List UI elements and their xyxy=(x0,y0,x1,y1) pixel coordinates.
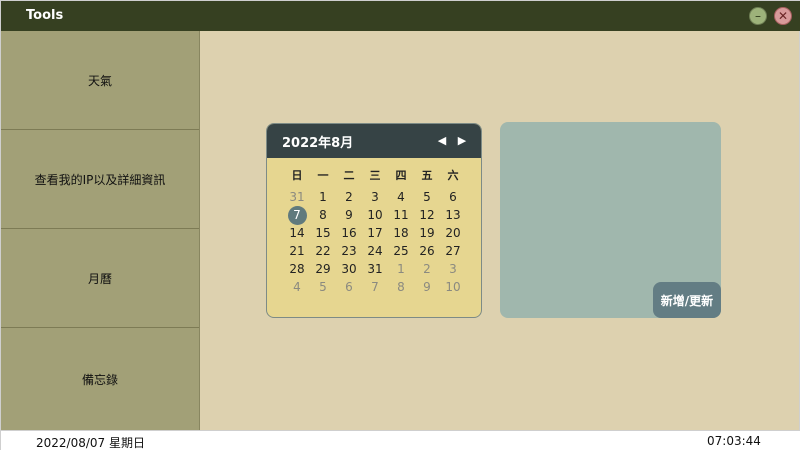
today-highlight: 7 xyxy=(287,205,307,225)
status-time: 07:03:44 xyxy=(707,434,761,448)
calendar-day[interactable]: 24 xyxy=(362,242,388,260)
calendar-day[interactable]: 6 xyxy=(440,188,466,206)
weekday-label: 五 xyxy=(421,169,433,182)
calendar-day[interactable]: 17 xyxy=(362,224,388,242)
calendar-day[interactable]: 10 xyxy=(440,278,466,296)
sidebar-item-label: 查看我的IP以及詳細資訊 xyxy=(34,172,166,187)
window-title: Tools xyxy=(26,8,64,23)
calendar-day[interactable]: 3 xyxy=(440,260,466,278)
weekday-label: 三 xyxy=(369,169,381,182)
sidebar-item-label: 備忘錄 xyxy=(81,372,118,387)
app-window: Tools – ✕ 天氣 查看我的IP以及詳細資訊 月曆 備忘錄 2022年8月… xyxy=(0,0,800,450)
calendar-day[interactable]: 8 xyxy=(310,206,336,224)
sidebar-item-memo[interactable]: 備忘錄 xyxy=(1,328,199,430)
calendar-day[interactable]: 29 xyxy=(310,260,336,278)
calendar-day[interactable]: 31 xyxy=(362,260,388,278)
calendar-day[interactable]: 30 xyxy=(336,260,362,278)
minimize-button[interactable]: – xyxy=(749,7,767,25)
calendar-day[interactable]: 11 xyxy=(388,206,414,224)
calendar-day[interactable]: 2 xyxy=(336,188,362,206)
calendar-grid: 日一二三四五六 31 1 2 3 4 5 6 7 8 9 10 11 12 13 14 15 16 17 18 19 20… xyxy=(284,166,466,296)
calendar-day[interactable]: 3 xyxy=(362,188,388,206)
calendar-day[interactable]: 20 xyxy=(440,224,466,242)
calendar-day[interactable]: 13 xyxy=(440,206,466,224)
calendar-day[interactable]: 15 xyxy=(310,224,336,242)
weekday-label: 日 xyxy=(291,169,303,182)
previous-month-icon[interactable]: ◀ xyxy=(435,133,449,147)
minimize-icon: – xyxy=(755,9,761,23)
calendar-day-today[interactable]: 7 xyxy=(284,205,310,225)
calendar-day[interactable]: 16 xyxy=(336,224,362,242)
weekday-label: 六 xyxy=(447,169,459,182)
calendar-day[interactable]: 7 xyxy=(362,278,388,296)
calendar-day[interactable]: 19 xyxy=(414,224,440,242)
add-update-button[interactable]: 新增/更新 xyxy=(653,282,721,318)
calendar-day[interactable]: 4 xyxy=(388,188,414,206)
next-month-icon[interactable]: ▶ xyxy=(455,133,469,147)
calendar-day[interactable]: 5 xyxy=(310,278,336,296)
calendar-day[interactable]: 22 xyxy=(310,242,336,260)
calendar-day[interactable]: 18 xyxy=(388,224,414,242)
calendar-day[interactable]: 21 xyxy=(284,242,310,260)
calendar-day[interactable]: 9 xyxy=(414,278,440,296)
calendar-month-label: 2022年8月 xyxy=(282,136,354,151)
calendar-week-row: 28 29 30 31 1 2 3 xyxy=(284,260,466,278)
status-date: 2022/08/07 星期日 xyxy=(36,436,145,450)
sidebar-item-label: 天氣 xyxy=(87,73,112,88)
weekday-header-row: 日一二三四五六 xyxy=(284,166,466,186)
calendar-widget: 2022年8月 ◀ ▶ 日一二三四五六 31 1 2 3 4 5 6 7 8 9 10 11 12 13 14… xyxy=(266,123,482,318)
calendar-day[interactable]: 4 xyxy=(284,278,310,296)
calendar-header: 2022年8月 ◀ ▶ xyxy=(267,124,481,158)
weekday-label: 一 xyxy=(317,169,329,182)
sidebar-item-label: 月曆 xyxy=(87,271,112,286)
close-button[interactable]: ✕ xyxy=(774,7,792,25)
memo-panel[interactable]: 新增/更新 xyxy=(500,122,721,318)
calendar-week-row: 14 15 16 17 18 19 20 xyxy=(284,224,466,242)
calendar-week-row: 4 5 6 7 8 9 10 xyxy=(284,278,466,296)
calendar-day[interactable]: 1 xyxy=(388,260,414,278)
calendar-day[interactable]: 31 xyxy=(284,188,310,206)
calendar-day[interactable]: 25 xyxy=(388,242,414,260)
status-bar: 2022/08/07 星期日 07:03:44 xyxy=(1,430,800,450)
calendar-day[interactable]: 26 xyxy=(414,242,440,260)
title-bar: Tools – ✕ xyxy=(1,1,800,31)
calendar-day[interactable]: 2 xyxy=(414,260,440,278)
calendar-day[interactable]: 28 xyxy=(284,260,310,278)
calendar-day[interactable]: 1 xyxy=(310,188,336,206)
calendar-day[interactable]: 12 xyxy=(414,206,440,224)
sidebar-item-ip-info[interactable]: 查看我的IP以及詳細資訊 xyxy=(1,130,199,229)
calendar-day[interactable]: 8 xyxy=(388,278,414,296)
calendar-week-row: 31 1 2 3 4 5 6 xyxy=(284,188,466,206)
sidebar-item-weather[interactable]: 天氣 xyxy=(1,31,199,130)
calendar-day[interactable]: 10 xyxy=(362,206,388,224)
calendar-day[interactable]: 5 xyxy=(414,188,440,206)
calendar-week-row: 21 22 23 24 25 26 27 xyxy=(284,242,466,260)
sidebar-item-calendar[interactable]: 月曆 xyxy=(1,229,199,328)
weekday-label: 四 xyxy=(395,169,407,182)
close-icon: ✕ xyxy=(777,9,789,23)
calendar-week-row: 7 8 9 10 11 12 13 xyxy=(284,205,466,225)
sidebar: 天氣 查看我的IP以及詳細資訊 月曆 備忘錄 xyxy=(1,31,200,430)
calendar-day[interactable]: 27 xyxy=(440,242,466,260)
calendar-day[interactable]: 14 xyxy=(284,224,310,242)
calendar-day[interactable]: 6 xyxy=(336,278,362,296)
weekday-label: 二 xyxy=(343,169,355,182)
calendar-day[interactable]: 23 xyxy=(336,242,362,260)
calendar-day[interactable]: 9 xyxy=(336,206,362,224)
